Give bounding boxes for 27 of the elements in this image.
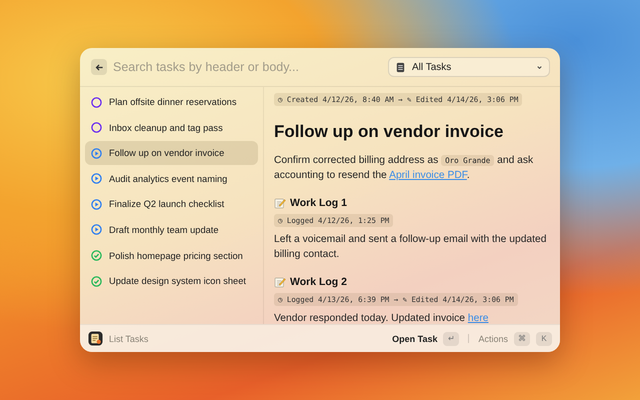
key-hint: K (536, 332, 552, 346)
task-item[interactable]: Inbox cleanup and tag pass (85, 116, 258, 140)
list-icon (395, 62, 406, 72)
key-hint: ↵ (443, 332, 460, 346)
memo-icon (274, 197, 286, 209)
task-item[interactable]: Update design system icon sheet (85, 269, 258, 294)
search-field[interactable]: Search tasks by header or body... (113, 60, 382, 74)
log-title: Work Log 1 (290, 197, 347, 209)
open-task-button[interactable]: Open Task (392, 334, 438, 344)
task-title: Follow up on vendor invoice (274, 122, 504, 142)
back-button[interactable] (91, 59, 107, 75)
memo-icon (274, 276, 286, 288)
task-item[interactable]: Polish homepage pricing section (85, 244, 258, 268)
back-arrow-icon (94, 62, 104, 72)
log-title: Work Log 2 (290, 276, 347, 288)
task-item[interactable]: Draft monthly team update (85, 218, 258, 242)
key-hint: ⌘ (514, 332, 530, 346)
log-text: Vendor responded today. Updated invoice here (274, 312, 488, 326)
task-item[interactable]: Plan offsite dinner reservations (85, 90, 258, 114)
task-item[interactable]: Finalize Q2 launch checklist (85, 192, 258, 216)
command-title: List Tasks (109, 334, 150, 344)
task-item[interactable]: Audit analytics event naming (85, 166, 258, 191)
chevron-down-icon (536, 64, 543, 70)
app-icon (88, 331, 103, 346)
filter-dropdown[interactable]: All Tasks (388, 57, 550, 77)
log-text: Left a voicemail and sent a follow-up email with the updated billing contact. (274, 233, 548, 262)
task-item[interactable]: Follow up on vendor invoice (85, 141, 258, 166)
